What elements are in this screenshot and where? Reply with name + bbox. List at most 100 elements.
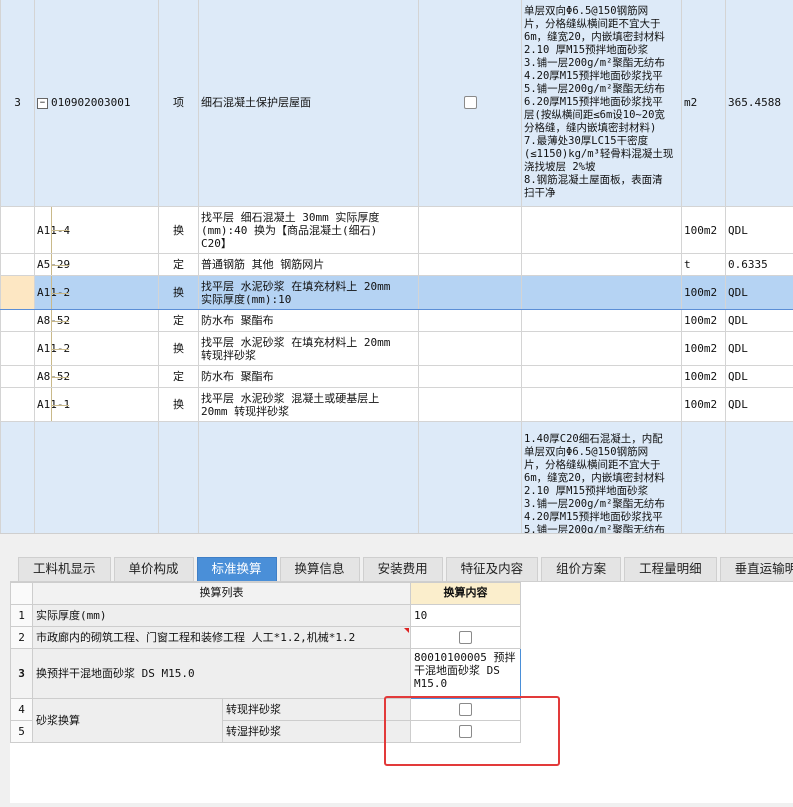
row-gutter xyxy=(1,254,35,276)
conversion-label: 转现拌砂浆 xyxy=(223,699,411,721)
replacement-line: 干混地面砂浆 DS xyxy=(414,664,517,677)
table-row[interactable]: A11-4换找平层 细石混凝土 30mm 实际厚度(mm):40 换为【商品混凝… xyxy=(1,207,793,254)
quota-quantity[interactable]: QDL xyxy=(726,207,793,254)
item-feature-desc[interactable]: 单层双向Φ6.5@150钢筋网片，分格缝纵横间距不宜大于6m，缝宽20，内嵌填密… xyxy=(522,0,682,207)
feature-desc-line: 5.铺一层200g/m²聚酯无纺布 xyxy=(524,524,679,533)
tab-9[interactable]: 垂直运输明细 xyxy=(720,557,793,581)
quota-code-cell[interactable]: A11-4 xyxy=(35,207,159,254)
quota-name-line: 实际厚度(mm):10 xyxy=(201,293,416,306)
table-row[interactable]: A8-52定防水布 聚酯布100m2QDL xyxy=(1,366,793,388)
table-row[interactable]: A11-2换找平层 水泥砂浆 在填充材料上 20mm实际厚度(mm):10100… xyxy=(1,276,793,310)
item-name[interactable] xyxy=(199,422,419,534)
quota-code-cell[interactable]: A11-1 xyxy=(35,388,159,422)
tab-7[interactable]: 组价方案 xyxy=(541,557,621,581)
table-row[interactable]: 2 市政廊内的砌筑工程、门窗工程和装修工程 人工*1.2,机械*1.2 xyxy=(11,627,521,649)
quota-quantity[interactable]: QDL xyxy=(726,310,793,332)
tab-3[interactable]: 标准换算 xyxy=(197,557,277,581)
bill-table: 3 −010902003001 项 细石混凝土保护层屋面 单层双向Φ6.5@15… xyxy=(0,0,793,533)
item-code-cell[interactable]: −010902003001 xyxy=(35,0,159,207)
quota-name-line: 防水布 聚酯布 xyxy=(201,370,416,383)
feature-desc-line: 4.20厚M15预拌地面砂浆找平 xyxy=(524,511,679,524)
tab-6[interactable]: 特征及内容 xyxy=(446,557,539,581)
quota-unit: 100m2 xyxy=(682,207,726,254)
labor-factor-checkbox-cell[interactable] xyxy=(411,627,521,649)
tab-8[interactable]: 工程量明细 xyxy=(624,557,717,581)
table-row[interactable]: 3 换预拌干混地面砂浆 DS M15.0 80010100005 预拌 干混地面… xyxy=(11,649,521,699)
item-feature-desc[interactable]: 1.40厚C20细石混凝土，内配单层双向Φ6.5@150钢筋网片，分格缝纵横间距… xyxy=(522,422,682,534)
conversion-label: 实际厚度(mm) xyxy=(33,605,411,627)
tab-2[interactable]: 单价构成 xyxy=(114,557,194,581)
table-row[interactable]: A5-29定普通钢筋 其他 钢筋网片t0.6335 xyxy=(1,254,793,276)
item-quantity[interactable] xyxy=(726,422,793,534)
tree-branch xyxy=(51,405,69,406)
item-quantity[interactable]: 365.4588 xyxy=(726,0,793,207)
tab-5[interactable]: 安装费用 xyxy=(363,557,443,581)
row-number: 3 xyxy=(1,0,35,207)
quota-name[interactable]: 防水布 聚酯布 xyxy=(199,310,419,332)
corner-cell xyxy=(11,583,33,605)
tab-1[interactable]: 工料机显示 xyxy=(18,557,111,581)
row-number: 3 xyxy=(11,649,33,699)
conversion-list-header: 换算列表 xyxy=(33,583,411,605)
tab-4[interactable]: 换算信息 xyxy=(280,557,360,581)
table-row[interactable]: 1.40厚C20细石混凝土，内配单层双向Φ6.5@150钢筋网片，分格缝纵横间距… xyxy=(1,422,793,534)
quota-name[interactable]: 普通钢筋 其他 钢筋网片 xyxy=(199,254,419,276)
mortar-replacement-value[interactable]: 80010100005 预拌 干混地面砂浆 DS M15.0 xyxy=(411,649,521,699)
feature-desc-line: 扫干净 xyxy=(524,187,679,200)
collapse-toggle-icon[interactable]: − xyxy=(37,98,48,109)
quota-name-line: 20mm 转现拌砂浆 xyxy=(201,405,416,418)
quota-code-cell[interactable]: A8-52 xyxy=(35,366,159,388)
quota-code-cell[interactable]: A11-2 xyxy=(35,276,159,310)
conversion-label: 换预拌干混地面砂浆 DS M15.0 xyxy=(33,649,411,699)
quota-code-cell[interactable]: A5-29 xyxy=(35,254,159,276)
table-row[interactable]: A11-2换找平层 水泥砂浆 在填充材料上 20mm转现拌砂浆100m2QDL xyxy=(1,332,793,366)
quota-quantity[interactable]: QDL xyxy=(726,366,793,388)
item-type xyxy=(159,422,199,534)
item-checkbox-cell[interactable] xyxy=(419,422,522,534)
table-row[interactable]: A8-52定防水布 聚酯布100m2QDL xyxy=(1,310,793,332)
feature-desc-line: 3.铺一层200g/m²聚酯无纺布 xyxy=(524,498,679,511)
quota-quantity[interactable]: 0.6335 xyxy=(726,254,793,276)
quota-code-cell[interactable]: A8-52 xyxy=(35,310,159,332)
labor-factor-checkbox[interactable] xyxy=(459,631,472,644)
item-unit: m2 xyxy=(682,0,726,207)
quota-unit: t xyxy=(682,254,726,276)
quota-quantity[interactable]: QDL xyxy=(726,276,793,310)
quota-name[interactable]: 找平层 水泥砂浆 混凝土或硬基层上20mm 转现拌砂浆 xyxy=(199,388,419,422)
quota-type: 换 xyxy=(159,388,199,422)
item-checkbox[interactable] xyxy=(464,96,477,109)
table-row[interactable]: A11-1换找平层 水泥砂浆 混凝土或硬基层上20mm 转现拌砂浆100m2QD… xyxy=(1,388,793,422)
quota-name-line: 转现拌砂浆 xyxy=(201,349,416,362)
feature-desc-line: 浇找坡层 2%坡 xyxy=(524,161,679,174)
feature-desc-line: 3.铺一层200g/m²聚酯无纺布 xyxy=(524,57,679,70)
feature-desc-line: 7.最薄处30厚LC15干密度 xyxy=(524,135,679,148)
quota-code-cell[interactable]: A11-2 xyxy=(35,332,159,366)
quota-type: 换 xyxy=(159,276,199,310)
feature-desc-line: 6m，缝宽20，内嵌填密封材料 xyxy=(524,31,679,44)
empty-cell xyxy=(522,276,682,310)
row-number: 4 xyxy=(11,699,33,721)
item-name[interactable]: 细石混凝土保护层屋面 xyxy=(199,0,419,207)
quota-name[interactable]: 找平层 水泥砂浆 在填充材料上 20mm实际厚度(mm):10 xyxy=(199,276,419,310)
tree-branch xyxy=(51,349,69,350)
conversion-label: 市政廊内的砌筑工程、门窗工程和装修工程 人工*1.2,机械*1.2 xyxy=(33,627,411,649)
item-code-cell[interactable] xyxy=(35,422,159,534)
standard-conversion-panel: 换算列表 换算内容 1 实际厚度(mm) 10 2 市政廊内的砌筑工程、门窗工程… xyxy=(10,581,793,803)
quota-quantity[interactable]: QDL xyxy=(726,388,793,422)
quota-quantity[interactable]: QDL xyxy=(726,332,793,366)
feature-desc-line: 6m，缝宽20，内嵌填密封材料 xyxy=(524,472,679,485)
feature-desc-line: 1.40厚C20细石混凝土，内配 xyxy=(524,433,679,446)
empty-cell xyxy=(419,310,522,332)
quota-name[interactable]: 找平层 水泥砂浆 在填充材料上 20mm转现拌砂浆 xyxy=(199,332,419,366)
mortar-conversion-group-label: 砂浆换算 xyxy=(33,699,223,743)
empty-cell xyxy=(419,388,522,422)
highlight-annotation-box xyxy=(384,696,560,766)
tree-branch xyxy=(51,321,69,322)
quota-name[interactable]: 找平层 细石混凝土 30mm 实际厚度(mm):40 换为【商品混凝土(细石)C… xyxy=(199,207,419,254)
actual-thickness-input[interactable]: 10 xyxy=(411,605,521,627)
table-row[interactable]: 1 实际厚度(mm) 10 xyxy=(11,605,521,627)
item-checkbox-cell[interactable] xyxy=(419,0,522,207)
quota-name[interactable]: 防水布 聚酯布 xyxy=(199,366,419,388)
table-row[interactable]: 3 −010902003001 项 细石混凝土保护层屋面 单层双向Φ6.5@15… xyxy=(1,0,793,207)
row-gutter xyxy=(1,366,35,388)
